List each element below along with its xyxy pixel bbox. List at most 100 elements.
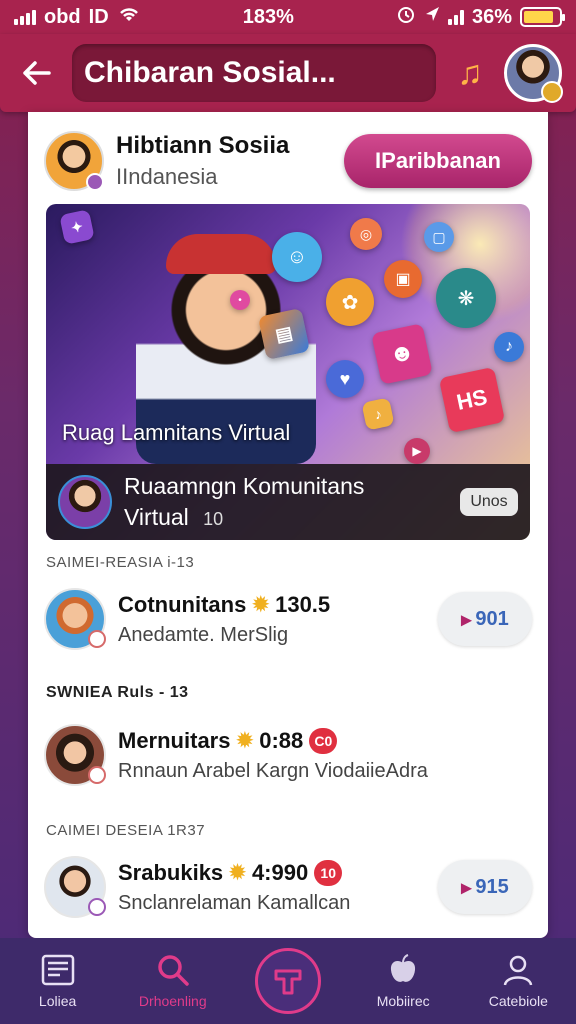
battery-icon [520, 7, 565, 27]
back-button[interactable] [14, 51, 58, 95]
chat-bubble-icon: ◎ [350, 218, 382, 250]
list-avatar [44, 856, 106, 918]
game-bubble-icon: ▢ [424, 222, 454, 252]
page-title: Chibaran Sosial... [72, 44, 436, 102]
nav-item-mobile[interactable]: Mobiirec [353, 953, 453, 1009]
join-count: 901 [475, 607, 509, 630]
wifi-icon [117, 5, 141, 29]
cell-signal-icon [447, 9, 464, 25]
verified-badge-icon [86, 173, 104, 191]
profile-subtitle: IIndanesia [116, 164, 218, 189]
create-icon [254, 948, 321, 1014]
list-text: Cotnunitans ✹ 130.5 Anedamte. MerSlig [118, 592, 438, 647]
list-item[interactable]: Cotnunitans ✹ 130.5 Anedamte. MerSlig ▸ … [44, 582, 532, 656]
sun-icon: ✹ [229, 862, 246, 884]
section-label: CAIMEI DESEIA 1R37 [46, 822, 206, 839]
list-item[interactable]: Srabukiks ✹ 4:990 10 Snclanrelaman Kamal… [44, 850, 532, 924]
list-subtitle: Rnnaun Arabel Kargn ViodaiieAdra [118, 759, 428, 782]
profile-action-button[interactable]: IParibbanan [344, 134, 532, 188]
emoji-cube-icon: ☻ [371, 323, 433, 385]
music-note-icon: ♫ [457, 53, 483, 92]
play-bubble-icon: ▶ [404, 438, 430, 464]
nav-item-create[interactable] [238, 948, 338, 1014]
nav-item-profile[interactable]: Catebiole [468, 953, 568, 1009]
badge-icon [88, 630, 106, 648]
list-text: Srabukiks ✹ 4:990 10 Snclanrelaman Kamal… [118, 859, 438, 915]
hero-tag[interactable]: Unos [460, 488, 518, 516]
user-avatar[interactable] [504, 44, 563, 103]
list-avatar [44, 588, 106, 650]
play-arrow-icon: ▸ [461, 608, 472, 631]
pet-bubble-icon: ✿ [326, 278, 374, 326]
profile-text: Hibtiann Sosiia IIndanesia [116, 132, 344, 190]
news-icon [41, 954, 74, 986]
join-button[interactable]: ▸ 901 [438, 592, 532, 646]
medal-icon [541, 81, 563, 103]
nav-label: Catebiole [488, 993, 548, 1009]
section-label: SWNIEA Ruls - 13 [46, 684, 189, 701]
paint-bubble-icon: ❋ [436, 268, 496, 328]
nav-label: Drhoenling [138, 993, 207, 1009]
battery-percent: 36% [471, 5, 512, 28]
play-arrow-icon: ▸ [461, 876, 472, 899]
hero-caption: Ruag Lamnitans Virtual [62, 420, 291, 445]
badge-icon [88, 898, 106, 916]
list-title: Mernuitars [118, 727, 231, 753]
profile-icon [504, 955, 533, 986]
nav-item-search[interactable]: Drhoenling [123, 953, 223, 1009]
sun-icon: ✹ [252, 594, 270, 616]
hero-subtitle-row: Virtual 10 [124, 504, 460, 531]
live-badge: 10 [314, 859, 343, 886]
heart-badge-icon [88, 766, 106, 784]
cube-icon: ✦ [59, 209, 95, 245]
hero-subtitle-suffix: 10 [203, 509, 224, 529]
profile-name: Hibtiann Sosiia [116, 132, 290, 159]
heart-bubble-icon: ♥ [326, 360, 364, 398]
list-title: Cotnunitans [118, 591, 247, 617]
list-count: 4:990 [251, 859, 309, 885]
list-avatar [44, 724, 106, 786]
character-bubble-icon: ☺ [272, 232, 322, 282]
nav-label: Loliea [38, 993, 77, 1009]
location-icon [424, 5, 440, 29]
community-avatar[interactable] [58, 475, 112, 529]
arrow-left-icon [23, 61, 51, 85]
status-bar: obd ID 183% 36% [0, 0, 576, 34]
note-cube-icon: ♪ [361, 397, 395, 431]
dot-bubble-icon: • [230, 290, 250, 310]
signal-icon [14, 9, 36, 25]
apple-icon [391, 954, 416, 982]
profile-header: Hibtiann Sosiia IIndanesia IParibbanan [44, 126, 532, 196]
music-button[interactable]: ♫ [450, 51, 490, 95]
list-item[interactable]: Mernuitars ✹ 0:88 C0 Rnnaun Arabel Kargn… [44, 718, 532, 792]
list-count: 130.5 [275, 591, 331, 617]
profile-avatar[interactable] [44, 131, 104, 191]
photo-bubble-icon: ▣ [384, 260, 422, 298]
list-subtitle: Snclanrelaman Kamallcan [118, 891, 351, 914]
content-card: Hibtiann Sosiia IIndanesia IParibbanan ✦… [28, 112, 548, 938]
join-count: 915 [475, 875, 509, 898]
section-label: SAIMEI-REASIA i-13 [46, 554, 195, 571]
carrier-label: obd [44, 5, 81, 28]
alarm-icon [396, 4, 416, 30]
hero-title: Ruaamngn Komunitans [124, 473, 365, 499]
list-title-row: Cotnunitans ✹ 130.5 [118, 592, 438, 618]
battery-level [524, 11, 553, 23]
music-bubble-icon: ♪ [494, 332, 524, 362]
bottom-nav: Loliea Drhoenling Mobiirec Catebiole [0, 938, 576, 1024]
sun-icon: ✹ [236, 730, 254, 752]
hero-subtitle: Virtual [124, 504, 189, 530]
hero-hat-image [166, 234, 276, 274]
list-text: Mernuitars ✹ 0:88 C0 Rnnaun Arabel Kargn… [118, 727, 532, 783]
nav-item-news[interactable]: Loliea [8, 953, 108, 1009]
status-right: 36% [396, 4, 565, 30]
join-button[interactable]: ▸ 915 [438, 860, 532, 914]
search-icon [158, 955, 189, 986]
app-bar: Chibaran Sosial... ♫ [0, 34, 576, 112]
list-title: Srabukiks [118, 859, 224, 885]
hero-banner[interactable]: ✦ ☺ ◎ ▢ ✿ ▣ ❋ ♪ ♥ • ▶ ▤ ☻ HS ♪ Ruag Lamn… [46, 204, 530, 540]
live-badge: C0 [309, 727, 338, 754]
clock: 183% [242, 5, 294, 28]
blocks-cube-icon: ▤ [257, 307, 311, 361]
list-title-row: Srabukiks ✹ 4:990 10 [118, 859, 438, 886]
